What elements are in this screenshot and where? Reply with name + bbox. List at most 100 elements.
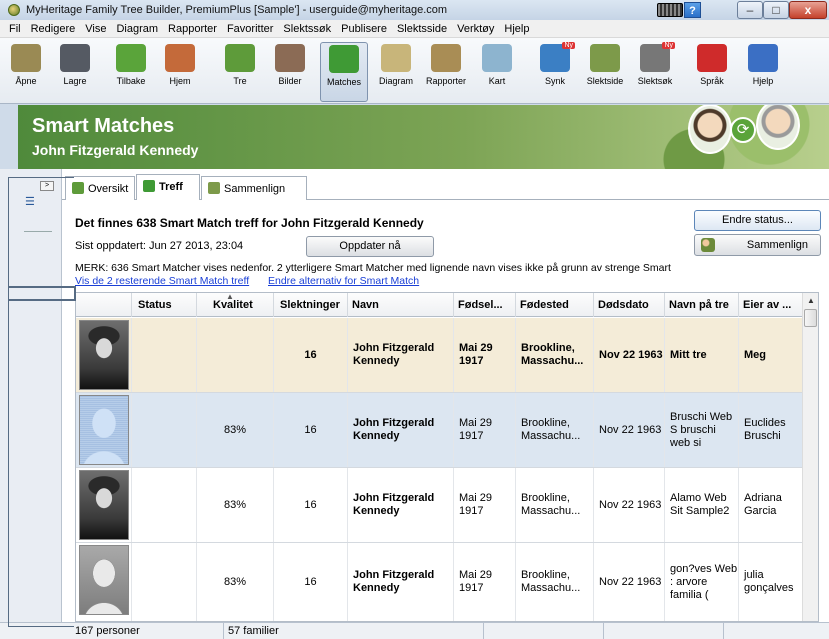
cell-tree-text[interactable]: Alamo Web Sit Sample2 [670,492,738,518]
refresh-now-button[interactable]: Oppdater nå [306,236,434,257]
toolbar-open-folder-button[interactable]: Åpne [2,42,50,102]
list-view-icon[interactable]: ☰ [25,195,39,209]
menu-item-vise[interactable]: Vise [80,23,111,35]
column-header[interactable]: Fødested [516,293,594,317]
toolbar-home-button[interactable]: Hjem [156,42,204,102]
matches-tab-icon [143,180,155,192]
cell-relatives-text: 16 [304,348,317,361]
toolbar-photos-button[interactable]: Bilder [266,42,314,102]
cell-name-text[interactable]: John Fitzgerald Kennedy [353,417,453,443]
banner-subtitle: John Fitzgerald Kennedy [32,142,199,158]
cell-name[interactable]: John Fitzgerald Kennedy [348,543,454,621]
cell-place-text: Brookline, Massachu... [521,569,581,594]
cell-birth-text: Mai 29 1917 [459,417,493,442]
change-status-button[interactable]: Endre status... [694,210,821,231]
cell-tree[interactable]: Alamo Web Sit Sample2 [665,468,739,542]
photo-cell [76,318,132,392]
menu-item-slektsside[interactable]: Slektsside [392,23,452,35]
toolbar-tree-button[interactable]: Tre [216,42,264,102]
scroll-thumb[interactable] [804,309,817,327]
cell-tree-text[interactable]: gon?ves Web : arvore familia ( [670,563,738,602]
toolbar-matches-button[interactable]: Matches [320,42,368,102]
menu-item-publisere[interactable]: Publisere [336,23,392,35]
table-row[interactable]: 16 John Fitzgerald Kennedy Mai 29 1917 Broo… [76,318,804,393]
callout-line [8,177,9,627]
table-row[interactable]: 83% 16 John Fitzgerald Kennedy Mai 29 1917 B… [76,543,804,621]
column-header[interactable]: Dødsdato [594,293,665,317]
toolbar-back-arrow-button[interactable]: Tilbake [107,42,155,102]
menu-item-rapporter[interactable]: Rapporter [163,23,222,35]
column-header[interactable]: Navn [348,293,454,317]
cell-owner[interactable]: Euclides Bruschi [739,393,804,467]
menu-item-diagram[interactable]: Diagram [111,23,163,35]
cell-place: Brookline, Massachu... [516,468,594,542]
cell-owner-text[interactable]: Adriana Garcia [744,492,803,518]
column-header[interactable]: Eier av ... [739,293,804,317]
cell-death: Nov 22 1963 [594,318,665,392]
keyboard-icon[interactable] [657,3,683,17]
toolbar-map-button[interactable]: Kart [473,42,521,102]
menu-item-slektss-k[interactable]: Slektssøk [278,23,336,35]
menu-item-redigere[interactable]: Redigere [26,23,81,35]
maximize-button[interactable]: □ [763,1,789,19]
families-count: 57 familier [224,623,484,639]
cell-death: Nov 22 1963 [594,393,665,467]
toolbar-label: Matches [326,77,361,87]
window-title: MyHeritage Family Tree Builder, PremiumP… [26,4,448,16]
cell-birth-text: Mai 29 1917 [459,569,493,594]
cell-name[interactable]: John Fitzgerald Kennedy [348,393,454,467]
cell-name[interactable]: John Fitzgerald Kennedy [348,468,454,542]
change-alternatives-link[interactable]: Endre alternativ for Smart Match [268,275,419,287]
cell-name-text[interactable]: John Fitzgerald Kennedy [353,569,453,595]
portrait-photo[interactable] [79,320,129,390]
scroll-up-arrow-icon[interactable]: ▲ [804,294,818,308]
cell-owner[interactable]: julia gonçalves [739,543,804,621]
toolbar-save-disk-button[interactable]: Lagre [51,42,99,102]
table-row[interactable]: 83% 16 John Fitzgerald Kennedy Mai 29 1917 B… [76,393,804,468]
column-header[interactable]: Kvalitet [197,293,274,317]
tab-matches[interactable]: Treff [136,174,200,201]
column-header[interactable]: Slektninger [274,293,348,317]
cell-owner-text[interactable]: julia gonçalves [744,569,803,595]
column-header[interactable]: Status [132,293,197,317]
vertical-scrollbar[interactable]: ▲ [802,293,818,621]
cell-name-text[interactable]: John Fitzgerald Kennedy [353,492,453,518]
menu-item-favoritter[interactable]: Favoritter [222,23,278,35]
cell-tree-text[interactable]: Bruschi Web S bruschi web si [670,411,738,450]
cell-status [132,393,197,467]
minimize-button[interactable]: – [737,1,763,19]
family-site-icon [590,44,620,72]
toolbar-help-button[interactable]: Hjelp [739,42,787,102]
tab-overview[interactable]: Oversikt [65,176,135,200]
toolbar-diagram-button[interactable]: Diagram [372,42,420,102]
table-header: Status Kvalitet Slektninger Navn Fødsel... Fø… [76,293,818,317]
toolbar-family-site-button[interactable]: Slektside [581,42,629,102]
cell-tree[interactable]: Bruschi Web S bruschi web si [665,393,739,467]
table-row[interactable]: 83% 16 John Fitzgerald Kennedy Mai 29 1917 B… [76,468,804,543]
portrait-photo[interactable] [79,470,129,540]
toolbar-label: Åpne [15,76,37,86]
column-header[interactable]: Navn på tre [665,293,739,317]
show-remaining-link[interactable]: Vis de 2 resterende Smart Match treff [75,275,249,287]
cell-tree[interactable]: gon?ves Web : arvore familia ( [665,543,739,621]
tab-compare[interactable]: Sammenlign [201,176,307,200]
close-button[interactable]: x [789,1,827,19]
toolbar-sync-button[interactable]: Ny Synk [531,42,579,102]
expand-panel-button[interactable]: > [40,181,54,191]
cell-owner[interactable]: Adriana Garcia [739,468,804,542]
silhouette-avatar-icon[interactable] [79,545,129,615]
column-header[interactable]: Fødsel... [454,293,516,317]
toolbar-reports-button[interactable]: Rapporter [422,42,470,102]
matches-icon [329,45,359,73]
toolbar-search-people-button[interactable]: Ny Slektsøk [631,42,679,102]
menu-item-fil[interactable]: Fil [4,23,26,35]
compare-button[interactable]: Sammenlign [694,234,821,256]
menu-item-hjelp[interactable]: Hjelp [499,23,534,35]
help-titlebar-button[interactable]: ? [684,2,701,18]
cell-place-text: Brookline, Massachu... [521,342,584,367]
cell-owner-text[interactable]: Euclides Bruschi [744,417,803,443]
toolbar-language-flag-button[interactable]: Språk [688,42,736,102]
toolbar-label: Hjelp [752,76,774,86]
menu-item-verkt-y[interactable]: Verktøy [452,23,499,35]
silhouette-avatar-icon[interactable] [79,395,129,465]
